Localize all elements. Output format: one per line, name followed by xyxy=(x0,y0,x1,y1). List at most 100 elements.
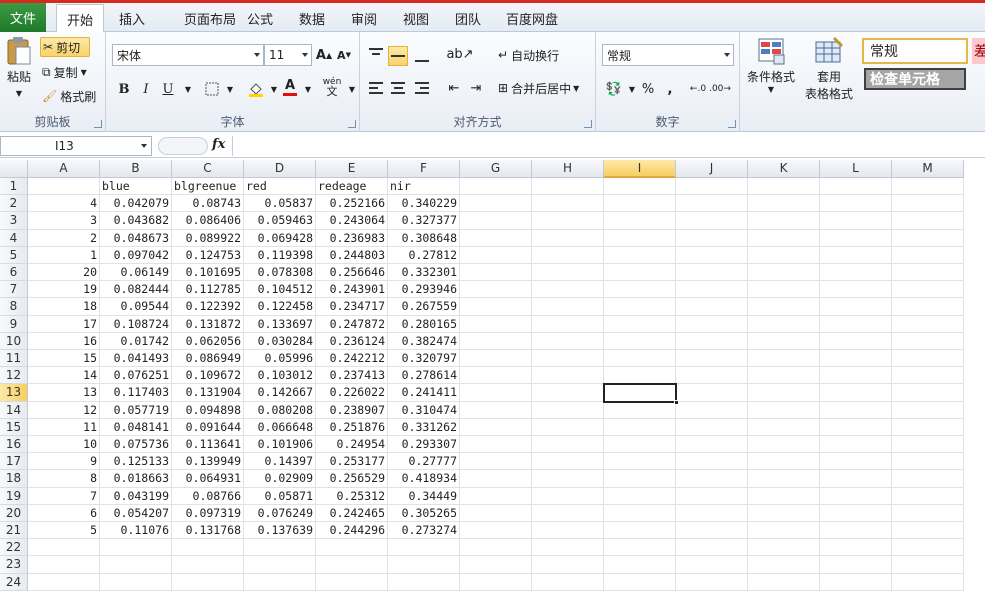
cell-I20[interactable] xyxy=(604,504,676,522)
align-bottom-button[interactable] xyxy=(412,46,432,66)
cell-E12[interactable]: 0.237413 xyxy=(316,367,388,385)
align-right-button[interactable] xyxy=(412,78,432,98)
cell-A4[interactable]: 2 xyxy=(28,229,100,247)
merge-center-button[interactable]: ⊞ 合并后居中 ▼ xyxy=(498,78,594,98)
cell-G10[interactable] xyxy=(460,332,532,350)
row-header-14[interactable]: 14 xyxy=(0,401,28,419)
cell-E7[interactable]: 0.243901 xyxy=(316,281,388,299)
formula-bar-splitter[interactable] xyxy=(158,137,208,155)
font-color-button[interactable]: A xyxy=(280,77,300,97)
cell-E15[interactable]: 0.251876 xyxy=(316,418,388,436)
cell-F23[interactable] xyxy=(388,556,460,574)
cell-G20[interactable] xyxy=(460,504,532,522)
cell-M22[interactable] xyxy=(892,539,964,557)
cell-F16[interactable]: 0.293307 xyxy=(388,436,460,454)
cell-F11[interactable]: 0.320797 xyxy=(388,350,460,368)
cell-M19[interactable] xyxy=(892,487,964,505)
cell-B17[interactable]: 0.125133 xyxy=(100,453,172,471)
cell-I1[interactable] xyxy=(604,178,676,196)
cell-B2[interactable]: 0.042079 xyxy=(100,195,172,213)
cell-I10[interactable] xyxy=(604,332,676,350)
cell-K6[interactable] xyxy=(748,264,820,282)
row-header-2[interactable]: 2 xyxy=(0,195,28,213)
cell-H12[interactable] xyxy=(532,367,604,385)
cell-G21[interactable] xyxy=(460,522,532,540)
cell-L18[interactable] xyxy=(820,470,892,488)
cell-H2[interactable] xyxy=(532,195,604,213)
cell-G1[interactable] xyxy=(460,178,532,196)
cell-I18[interactable] xyxy=(604,470,676,488)
format-as-table-button[interactable]: 套用 表格格式 xyxy=(798,36,860,106)
cell-L24[interactable] xyxy=(820,573,892,591)
cell-J13[interactable] xyxy=(676,384,748,402)
cell-C9[interactable]: 0.131872 xyxy=(172,315,244,333)
cell-H1[interactable] xyxy=(532,178,604,196)
cell-M5[interactable] xyxy=(892,246,964,264)
cell-A8[interactable]: 18 xyxy=(28,298,100,316)
cell-D24[interactable] xyxy=(244,573,316,591)
cell-C19[interactable]: 0.08766 xyxy=(172,487,244,505)
cell-I8[interactable] xyxy=(604,298,676,316)
cell-I5[interactable] xyxy=(604,246,676,264)
cell-C10[interactable]: 0.062056 xyxy=(172,332,244,350)
cell-B15[interactable]: 0.048141 xyxy=(100,418,172,436)
cell-I19[interactable] xyxy=(604,487,676,505)
cell-D14[interactable]: 0.080208 xyxy=(244,401,316,419)
cell-F20[interactable]: 0.305265 xyxy=(388,504,460,522)
cell-style-check[interactable]: 检查单元格 xyxy=(864,68,966,90)
copy-button[interactable]: ⧉ 复制 ▼ xyxy=(42,62,102,82)
cell-F19[interactable]: 0.34449 xyxy=(388,487,460,505)
cell-C4[interactable]: 0.089922 xyxy=(172,229,244,247)
alignment-launcher-icon[interactable] xyxy=(584,120,592,128)
cell-H20[interactable] xyxy=(532,504,604,522)
borders-button[interactable] xyxy=(202,79,222,99)
cell-K12[interactable] xyxy=(748,367,820,385)
cell-I21[interactable] xyxy=(604,522,676,540)
row-header-20[interactable]: 20 xyxy=(0,504,28,522)
cell-K21[interactable] xyxy=(748,522,820,540)
grow-font-button[interactable]: A ▲ xyxy=(314,45,334,65)
column-header-B[interactable]: B xyxy=(100,160,172,178)
cell-H11[interactable] xyxy=(532,350,604,368)
cell-G2[interactable] xyxy=(460,195,532,213)
cell-L14[interactable] xyxy=(820,401,892,419)
tab-data[interactable]: 数据 xyxy=(290,4,334,32)
cell-A17[interactable]: 9 xyxy=(28,453,100,471)
cell-A2[interactable]: 4 xyxy=(28,195,100,213)
cell-E2[interactable]: 0.252166 xyxy=(316,195,388,213)
cell-J18[interactable] xyxy=(676,470,748,488)
column-header-K[interactable]: K xyxy=(748,160,820,178)
cell-B10[interactable]: 0.01742 xyxy=(100,332,172,350)
cell-L17[interactable] xyxy=(820,453,892,471)
cell-C20[interactable]: 0.097319 xyxy=(172,504,244,522)
cell-E5[interactable]: 0.244803 xyxy=(316,246,388,264)
font-launcher-icon[interactable] xyxy=(348,120,356,128)
cell-K4[interactable] xyxy=(748,229,820,247)
cell-M1[interactable] xyxy=(892,178,964,196)
tab-insert[interactable]: 插入 xyxy=(110,4,154,32)
cell-J19[interactable] xyxy=(676,487,748,505)
cell-E6[interactable]: 0.256646 xyxy=(316,264,388,282)
row-header-23[interactable]: 23 xyxy=(0,556,28,574)
column-header-H[interactable]: H xyxy=(532,160,604,178)
cell-D21[interactable]: 0.137639 xyxy=(244,522,316,540)
cell-K18[interactable] xyxy=(748,470,820,488)
cell-C18[interactable]: 0.064931 xyxy=(172,470,244,488)
number-launcher-icon[interactable] xyxy=(728,120,736,128)
cell-B3[interactable]: 0.043682 xyxy=(100,212,172,230)
cell-C3[interactable]: 0.086406 xyxy=(172,212,244,230)
cell-L6[interactable] xyxy=(820,264,892,282)
row-header-16[interactable]: 16 xyxy=(0,436,28,454)
cell-E9[interactable]: 0.247872 xyxy=(316,315,388,333)
bold-button[interactable]: B xyxy=(114,79,134,99)
cell-J10[interactable] xyxy=(676,332,748,350)
conditional-format-button[interactable]: 条件格式 ▼ xyxy=(744,36,798,106)
cell-M18[interactable] xyxy=(892,470,964,488)
cell-K11[interactable] xyxy=(748,350,820,368)
cell-A6[interactable]: 20 xyxy=(28,264,100,282)
cell-C2[interactable]: 0.08743 xyxy=(172,195,244,213)
phonetic-button[interactable]: wén 文 xyxy=(320,77,344,98)
cell-K3[interactable] xyxy=(748,212,820,230)
wrap-text-button[interactable]: ↵ 自动换行 xyxy=(498,45,590,65)
underline-button[interactable]: U xyxy=(158,79,178,99)
